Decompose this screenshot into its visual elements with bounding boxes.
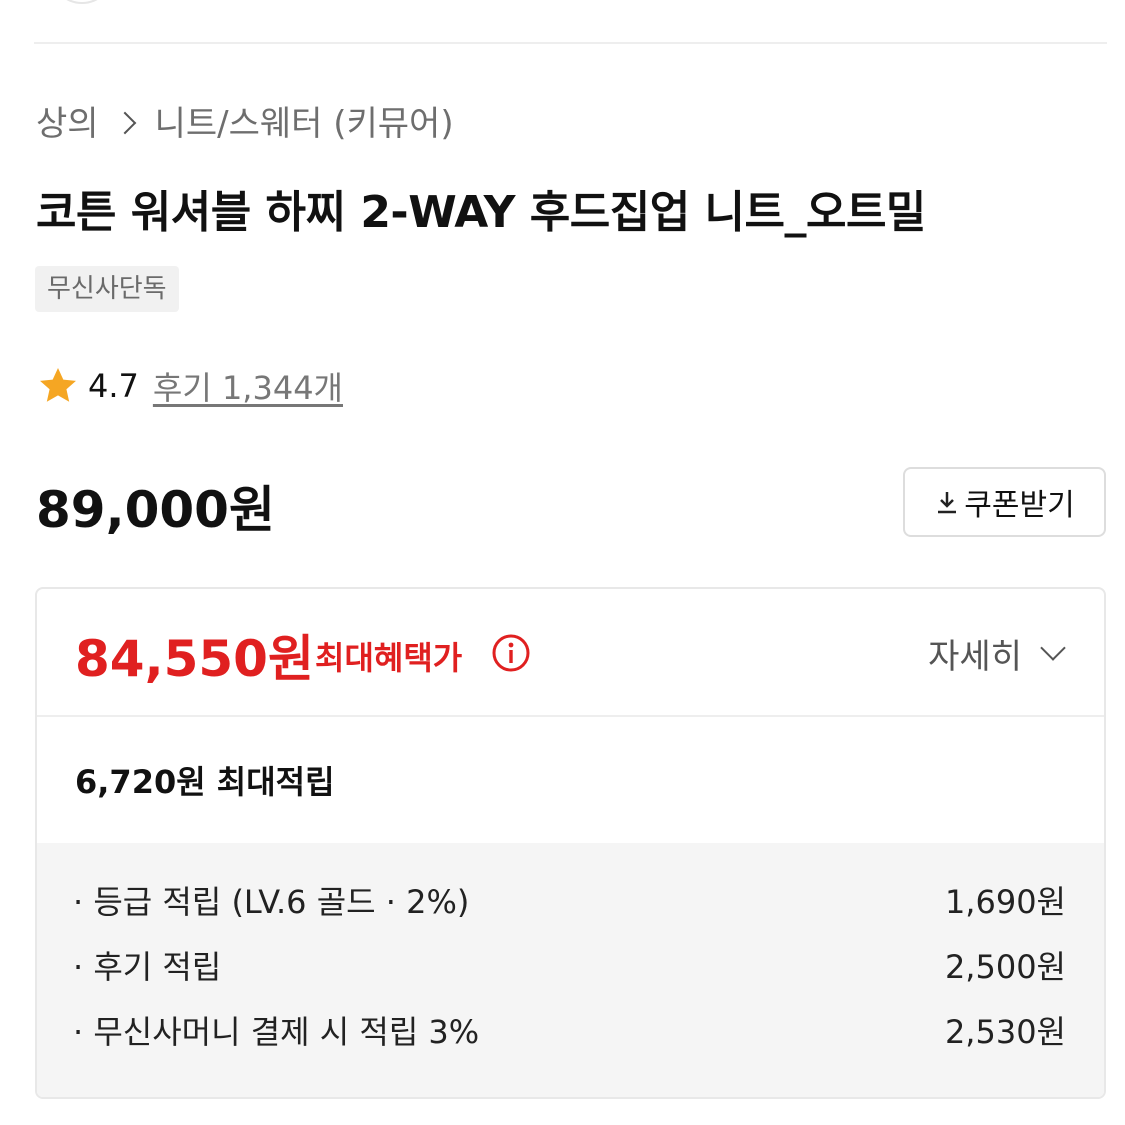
exclusive-badge: 무신사단독 [35,266,179,312]
detail-toggle-label: 자세히 [928,637,1022,677]
chevron-down-icon [1040,634,1066,661]
chevron-right-icon [113,111,136,134]
breadcrumb-subcategory[interactable]: 니트/스웨터 (키뮤어) [155,96,454,145]
top-button-edge[interactable] [50,0,114,4]
breadcrumb: 상의 니트/스웨터 (키뮤어) [36,96,454,145]
max-points-row: 6,720원 최대적립 [37,717,1104,843]
download-icon [938,492,957,514]
rating-score: 4.7 [88,367,139,405]
points-breakdown: · 등급 적립 (LV.6 골드 · 2%) 1,690원 · 후기 적립 2,… [37,843,1104,1097]
breakdown-row: · 등급 적립 (LV.6 골드 · 2%) 1,690원 [73,877,1066,923]
max-points-total: 6,720원 최대적립 [75,763,335,801]
breakdown-label: · 후기 적립 [73,948,222,986]
breakdown-label: · 무신사머니 결제 시 적립 3% [73,1013,480,1051]
info-icon[interactable] [491,633,531,673]
benefit-card: 84,550원 최대혜택가 자세히 6,720원 최대적립 · 등급 적립 (L… [35,587,1106,1099]
detail-toggle-button[interactable]: 자세히 [928,629,1066,678]
benefit-header: 84,550원 최대혜택가 자세히 [37,589,1104,717]
breakdown-value: 1,690원 [944,883,1066,921]
breadcrumb-category[interactable]: 상의 [36,96,99,145]
product-title: 코튼 워셔블 하찌 2-WAY 후드집업 니트_오트밀 [36,187,926,238]
max-benefit-price: 84,550원 [75,630,314,688]
breakdown-value: 2,500원 [944,948,1066,986]
max-benefit-label: 최대혜택가 [315,639,463,677]
top-divider [34,42,1107,44]
review-count-link[interactable]: 후기 1,344개 [153,363,343,409]
rating-row: 4.7 후기 1,344개 [36,364,343,408]
coupon-download-button[interactable]: 쿠폰받기 [903,467,1106,537]
breakdown-label: · 등급 적립 (LV.6 골드 · 2%) [73,883,470,921]
breakdown-value: 2,530원 [944,1013,1066,1051]
breakdown-row: · 후기 적립 2,500원 [73,942,1066,988]
product-detail-page: 상의 니트/스웨터 (키뮤어) 코튼 워셔블 하찌 2-WAY 후드집업 니트_… [0,0,1125,1125]
original-price: 89,000원 [36,481,275,539]
breakdown-row: · 무신사머니 결제 시 적립 3% 2,530원 [73,1007,1066,1053]
star-icon [40,368,76,402]
coupon-button-label: 쿠폰받기 [964,488,1075,523]
